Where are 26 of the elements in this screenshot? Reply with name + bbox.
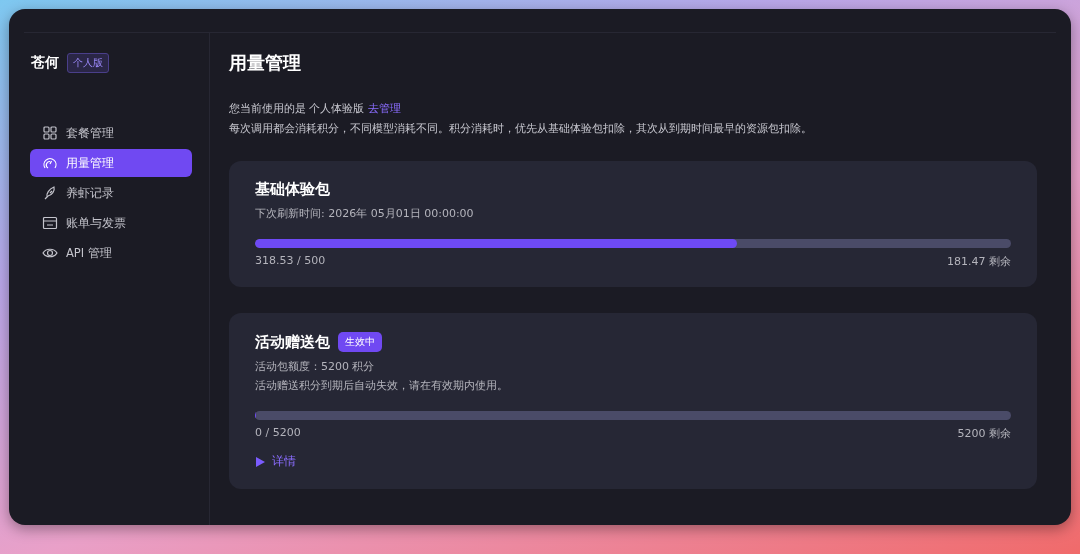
- gauge-icon: [42, 155, 58, 171]
- pack-info: 活动赠送积分到期后自动失效，请在有效期内使用。: [255, 378, 509, 394]
- play-triangle-icon: [255, 456, 265, 467]
- remaining-amount: 5200 剩余: [957, 426, 1011, 441]
- details-toggle[interactable]: 详情: [255, 453, 296, 470]
- pack-title: 活动赠送包: [255, 332, 330, 352]
- sidebar-item[interactable]: 养虾记录: [30, 179, 192, 207]
- sidebar-item[interactable]: 账单与发票: [30, 209, 192, 237]
- status-badge: 生效中: [338, 332, 382, 352]
- remaining-amount: 181.47 剩余: [947, 254, 1011, 269]
- plan-badge: 个人版: [67, 53, 109, 73]
- pack-info: 活动包额度：5200 积分: [255, 359, 376, 375]
- card-icon: [42, 215, 58, 231]
- used-amount: 318.53 / 500: [255, 254, 326, 269]
- sidebar-item[interactable]: 套餐管理: [30, 119, 192, 147]
- app-name: 苍何: [31, 54, 59, 72]
- sidebar-item[interactable]: API 管理: [30, 239, 192, 267]
- plan-text: 您当前使用的是 个人体验版: [229, 102, 365, 115]
- page-title: 用量管理: [229, 51, 302, 75]
- pack-title: 基础体验包: [255, 180, 330, 199]
- used-amount: 0 / 5200: [255, 426, 301, 441]
- manage-link[interactable]: 去管理: [368, 102, 401, 115]
- pack-info: 下次刷新时间: 2026年 05月01日 00:00:00: [255, 206, 475, 222]
- usage-note: 每次调用都会消耗积分，不同模型消耗不同。积分消耗时，优先从基础体验包扣除，其次从到期时间最早的资源包扣除。: [229, 121, 813, 137]
- grid-icon: [42, 125, 58, 141]
- sidebar-item[interactable]: 用量管理: [30, 149, 192, 177]
